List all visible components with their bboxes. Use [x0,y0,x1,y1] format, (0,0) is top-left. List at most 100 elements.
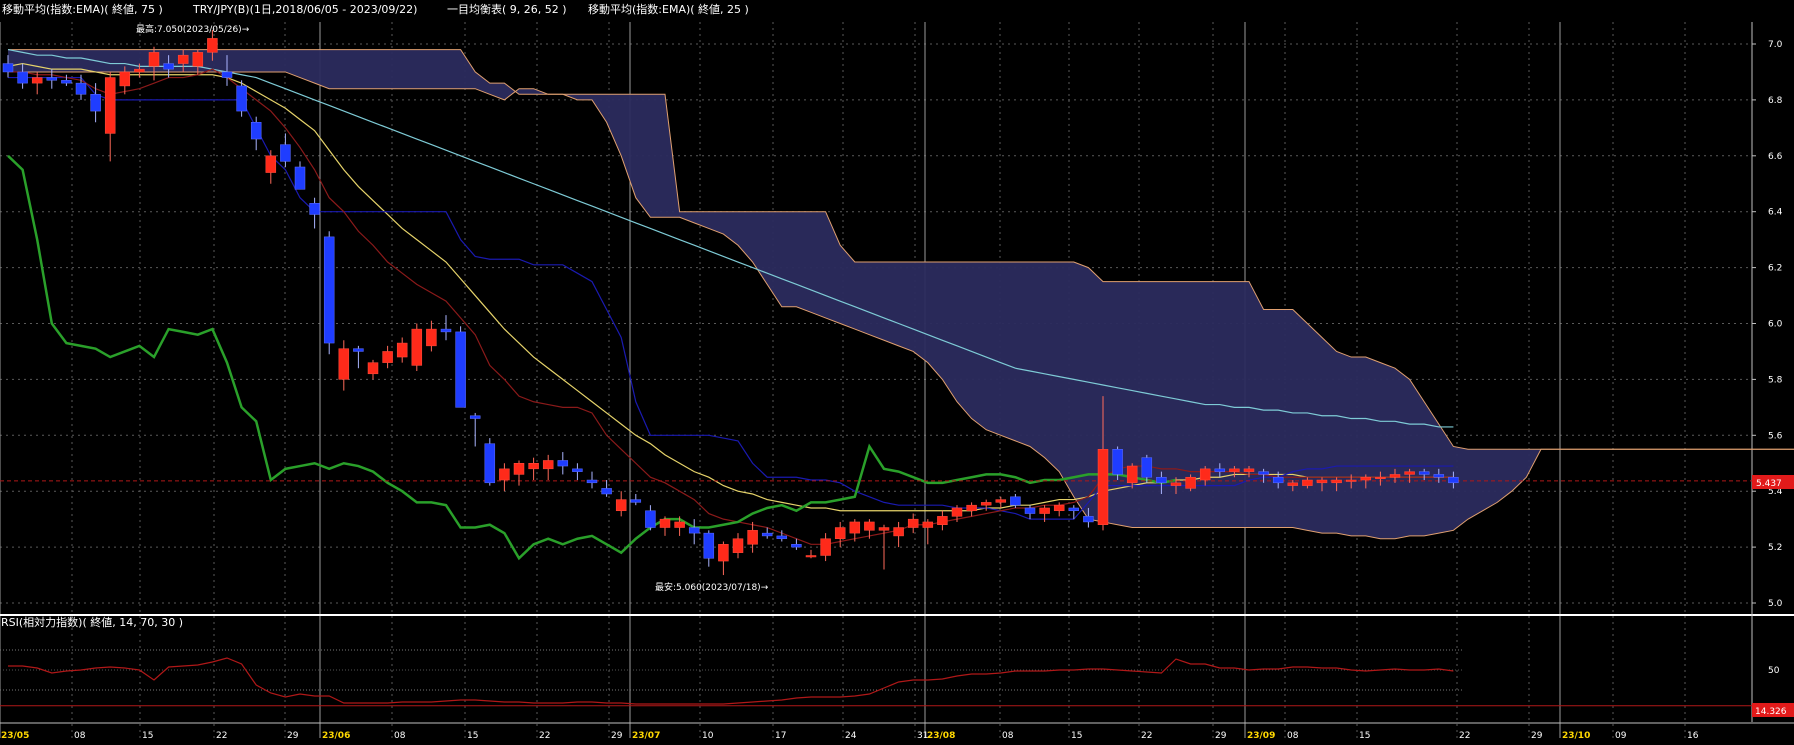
candle-body [17,71,28,84]
candle-body [1185,476,1196,489]
candle-body [834,527,846,539]
candle-body [513,463,525,475]
chart-background [0,0,1794,745]
x-tick-label: 24 [845,731,857,741]
rsi-tag: 14.326 [1755,707,1787,717]
candle-body [1345,479,1357,482]
x-tick-label: 22 [1459,731,1470,741]
candle-body [688,527,700,534]
candle-body [338,348,350,380]
candle-body [1375,476,1386,479]
candle-body [922,521,934,528]
candle-body [426,328,437,347]
rsi-header: RSI(相対力指数)( 終値, 14, 70, 30 ) [1,615,183,629]
candle-body [1389,474,1401,478]
candle-body [732,538,744,553]
x-tick-label: 08 [1002,731,1014,741]
x-tick-label: 15 [142,731,153,741]
x-tick-label: 23/06 [322,731,350,741]
candle-body [31,77,43,84]
candle-body [878,527,890,531]
y-tick-label: 5.0 [1768,599,1783,609]
candle-body [1097,449,1109,525]
candle-body [1068,507,1080,512]
candle-body [1053,504,1065,512]
y-tick-label: 5.8 [1768,375,1783,385]
candle-body [907,518,919,528]
x-tick-label: 09 [1615,731,1627,741]
candle-body [1214,468,1226,472]
candle-body [1331,479,1342,484]
x-tick-label: 08 [394,731,406,741]
y-tick-label: 6.4 [1768,208,1783,218]
candle-body [207,38,218,53]
candle-body [966,504,977,512]
candle-body [250,122,262,140]
candle-body [177,54,189,64]
candle-body [61,80,72,84]
x-tick-label: 23/08 [927,731,955,741]
candle-body [90,94,101,112]
candle-body [980,502,992,506]
candle-body [382,351,393,363]
candle-body [265,155,277,173]
candle-body [849,521,861,534]
candle-body [294,166,306,190]
candle-body [309,203,320,215]
candle-body [937,516,948,525]
candle-body [1316,479,1328,484]
y-tick-label: 6.0 [1768,320,1783,330]
candle-body [572,468,583,472]
candle-body [659,518,671,528]
candle-body [586,479,598,484]
x-tick-label: 29 [611,731,623,741]
candle-body [484,443,496,484]
candle-body [747,530,758,545]
candle-body [469,415,481,419]
candle-body [411,328,423,366]
x-tick-label: 15 [1359,731,1370,741]
candle-body [455,331,466,408]
high-annotation: 最高:7.050(2023/05/26)→ [136,23,250,35]
candle-body [995,499,1007,503]
y-tick-label: 6.8 [1768,96,1783,106]
candle-body [674,521,685,528]
candle-body [1199,468,1211,481]
candle-body [1112,449,1123,475]
y-tick-label: 5.6 [1768,431,1783,441]
x-tick-label: 22 [216,731,227,741]
candle-body [1156,476,1167,484]
y-tick-label: 7.0 [1768,40,1783,50]
candle-body [893,527,904,537]
x-tick-label: 22 [1141,731,1152,741]
candle-body [396,342,408,358]
x-tick-label: 23/05 [1,731,29,741]
x-tick-label: 29 [1531,731,1543,741]
candle-body [528,463,539,470]
candle-body [192,52,204,67]
candle-body [1170,482,1182,486]
candle-body [134,68,145,73]
candle-body [221,71,233,78]
candle-body [1010,496,1021,506]
candle-body [1302,479,1313,486]
candle-body [1126,465,1138,484]
candle-body [718,544,729,562]
y-tick-label: 6.6 [1768,152,1783,162]
low-annotation: 最安:5.060(2023/07/18)→ [655,581,769,593]
candle-body [440,328,452,333]
candle-body [1448,476,1459,484]
candle-body [1287,482,1299,486]
header-ema75: 移動平均(指数:EMA)( 終値, 75 ) [2,2,163,16]
candle-body [1024,507,1036,514]
candle-body [236,85,247,112]
rsi-tick-label: 50 [1768,666,1780,676]
candle-body [542,460,554,470]
candle-body [951,507,963,517]
header-ema25: 移動平均(指数:EMA)( 終値, 25 ) [588,2,749,16]
header-symbol: TRY/JPY(B)(1日,2018/06/05 - 2023/09/22) [192,3,417,16]
candle-body [630,499,642,503]
candle-body [1083,516,1094,523]
candle-body [645,510,656,528]
candle-body [615,499,627,512]
